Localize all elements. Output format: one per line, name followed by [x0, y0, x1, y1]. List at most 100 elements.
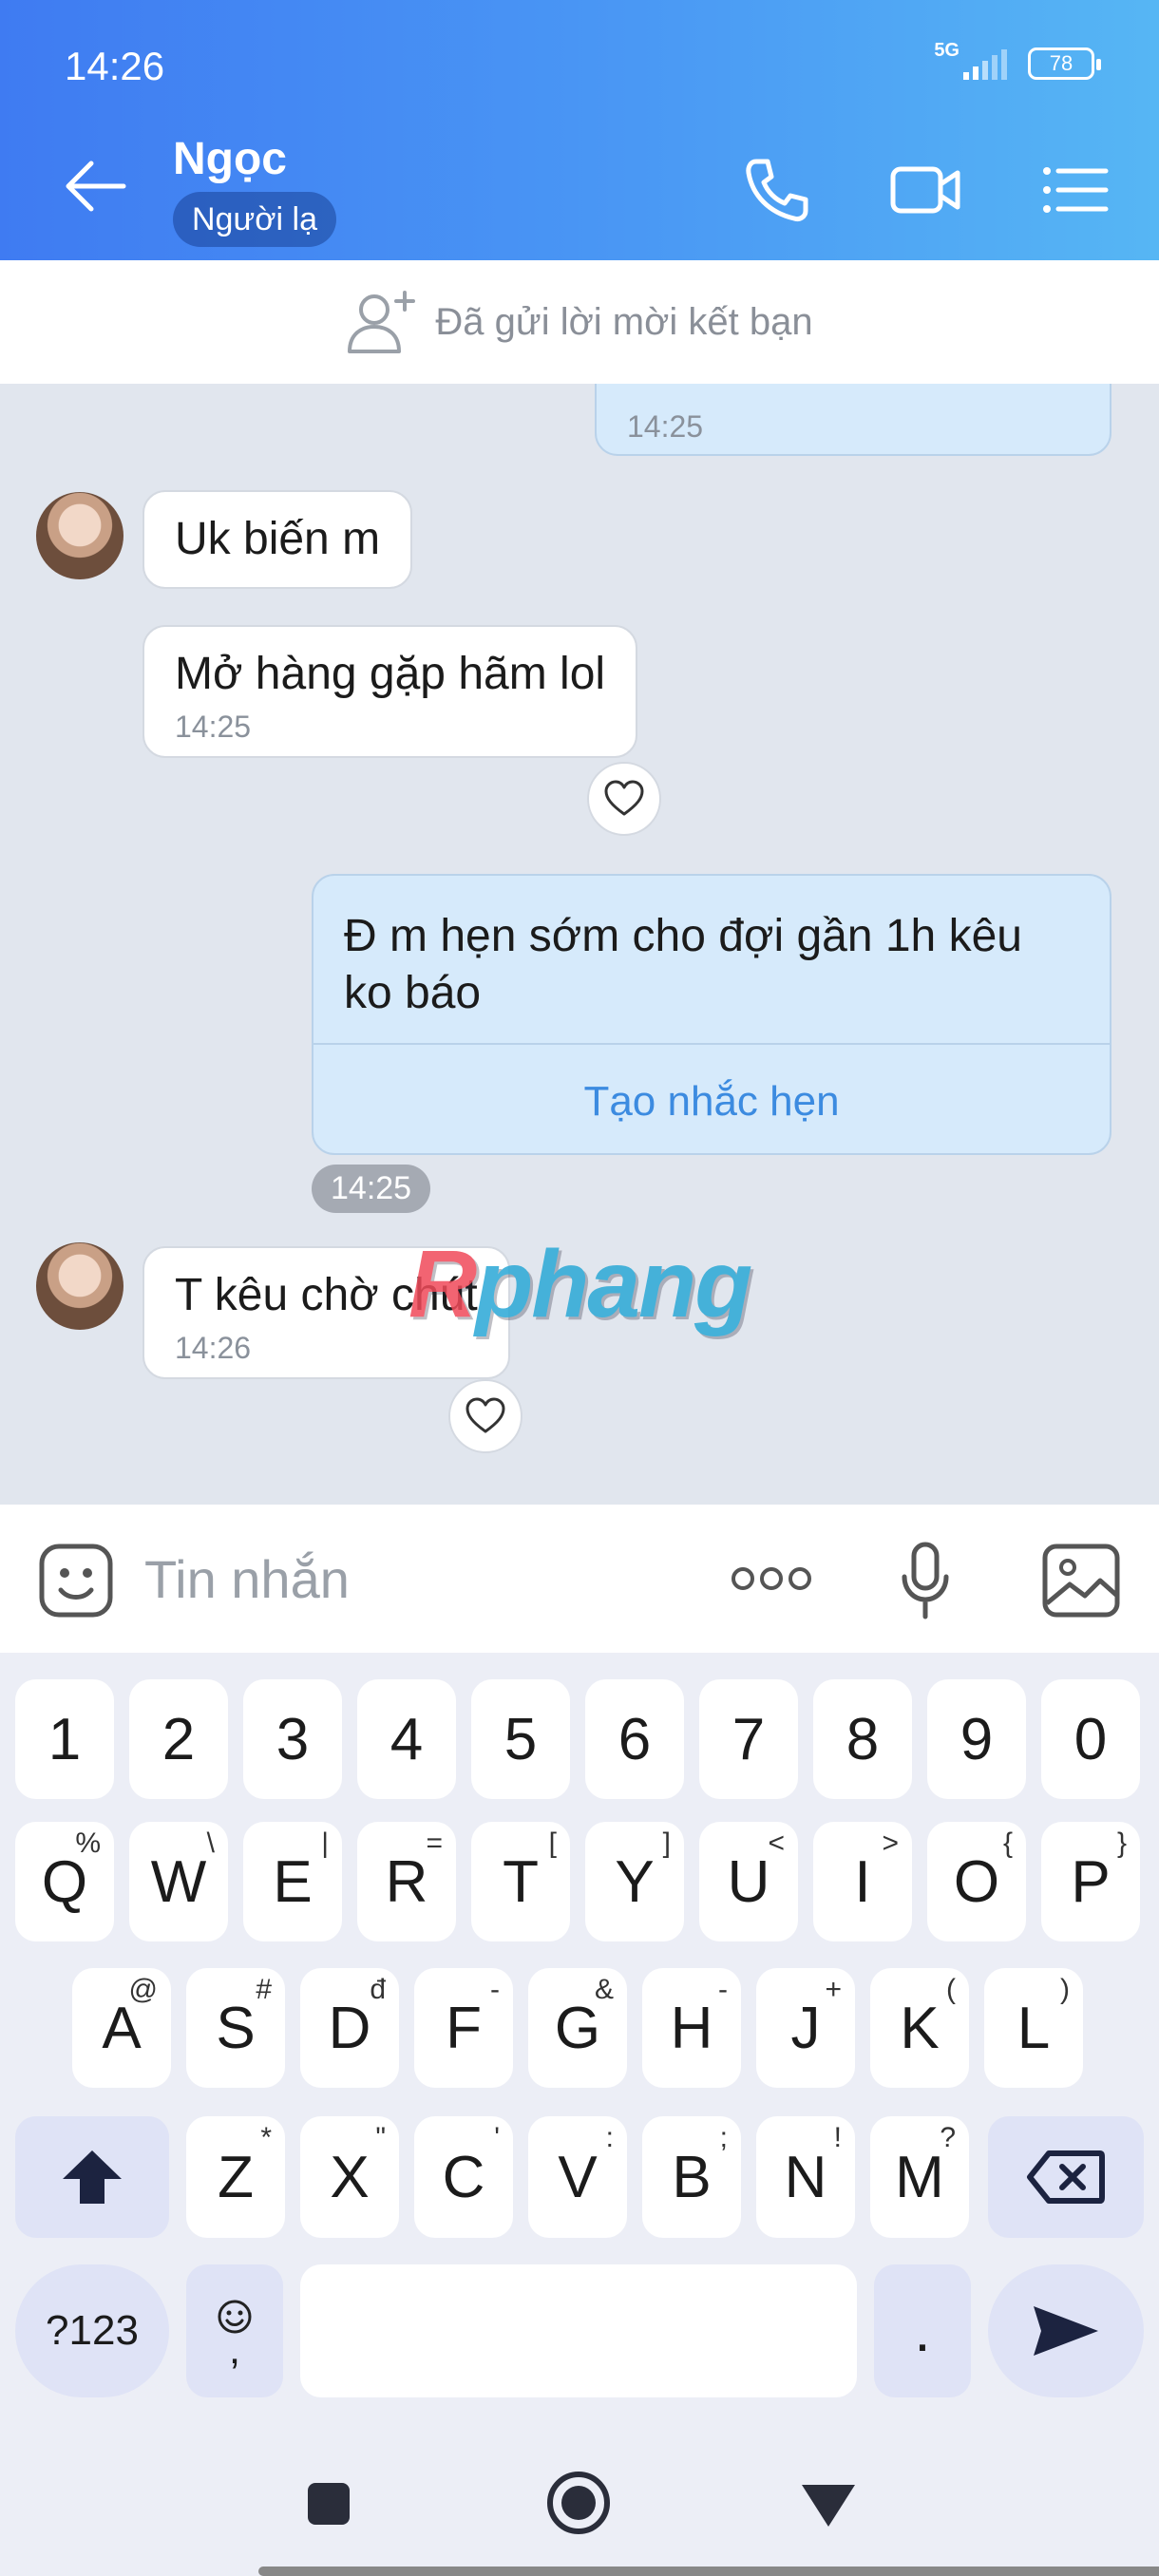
- key-p[interactable]: P}: [1041, 1822, 1140, 1941]
- symbols-key[interactable]: ?123: [15, 2264, 169, 2397]
- key-secondary-label: #: [256, 1974, 272, 2005]
- emoji-key[interactable]: ,: [186, 2264, 283, 2397]
- key-j[interactable]: J +: [756, 1968, 855, 2088]
- space-bar[interactable]: [300, 2264, 857, 2397]
- key-m[interactable]: M?: [870, 2116, 969, 2238]
- message-bubble-incoming[interactable]: Uk biến m: [142, 490, 413, 589]
- back-arrow-icon[interactable]: [63, 158, 127, 215]
- reaction-button[interactable]: [587, 762, 661, 836]
- key-g[interactable]: G &: [528, 1968, 627, 2088]
- stranger-badge: Người lạ: [173, 192, 336, 247]
- video-call-icon[interactable]: [889, 156, 961, 224]
- key-a[interactable]: A @: [72, 1968, 171, 2088]
- key-v[interactable]: V:: [528, 2116, 627, 2238]
- recent-apps-icon[interactable]: [306, 2481, 352, 2527]
- key-secondary-label: ?: [940, 2122, 956, 2153]
- key-q[interactable]: Q%: [15, 1822, 114, 1941]
- key-label: L: [1016, 1995, 1051, 2061]
- shift-key[interactable]: [15, 2116, 169, 2238]
- message-text: Uk biến m: [175, 514, 381, 564]
- key-c[interactable]: C ': [414, 2116, 513, 2238]
- key-5[interactable]: 5: [471, 1679, 570, 1799]
- key-8[interactable]: 8: [813, 1679, 912, 1799]
- message-bubble-outgoing[interactable]: 14:25: [595, 384, 1112, 456]
- key-t[interactable]: T[: [471, 1822, 570, 1941]
- status-time: 14:26: [65, 44, 165, 88]
- key-y[interactable]: Y]: [585, 1822, 684, 1941]
- contact-avatar[interactable]: [36, 1242, 124, 1330]
- home-icon[interactable]: [545, 2470, 612, 2536]
- key-secondary-label: {: [1002, 1828, 1013, 1859]
- battery-level: 78: [1049, 51, 1074, 75]
- chat-header: 14:26 5G 78 Ngọc Người lạ: [0, 0, 1159, 260]
- key-b[interactable]: B;: [642, 2116, 741, 2238]
- key-o[interactable]: O{: [927, 1822, 1026, 1941]
- more-options-icon[interactable]: [730, 1563, 813, 1594]
- key-d[interactable]: Dđ: [300, 1968, 399, 2088]
- key-secondary-label: +: [825, 1974, 842, 2005]
- key-l[interactable]: L): [984, 1968, 1083, 2088]
- key-k[interactable]: K(: [870, 1968, 969, 2088]
- signal-icon: [963, 49, 1007, 80]
- contact-name[interactable]: Ngọc: [173, 133, 287, 185]
- key-0[interactable]: 0: [1041, 1679, 1140, 1799]
- reaction-button[interactable]: [448, 1379, 522, 1453]
- key-label: 6: [618, 1706, 652, 1772]
- key-w[interactable]: W \: [129, 1822, 228, 1941]
- key-r[interactable]: R =: [357, 1822, 456, 1941]
- key-i[interactable]: I >: [813, 1822, 912, 1941]
- backspace-key[interactable]: [988, 2116, 1144, 2238]
- key-secondary-label: @: [128, 1974, 158, 2005]
- phone-call-icon[interactable]: [741, 156, 813, 224]
- key-3[interactable]: 3: [243, 1679, 342, 1799]
- send-arrow-icon: [1034, 2306, 1098, 2356]
- send-key[interactable]: [988, 2264, 1144, 2397]
- message-bubble-incoming[interactable]: Mở hàng gặp hãm lol 14:25: [142, 625, 638, 758]
- key-label: H: [670, 1995, 713, 2061]
- watermark-logo: Rphang: [408, 1230, 752, 1339]
- period-key[interactable]: .: [874, 2264, 971, 2397]
- key-7[interactable]: 7: [699, 1679, 798, 1799]
- period-label: .: [914, 2298, 931, 2364]
- key-9[interactable]: 9: [927, 1679, 1026, 1799]
- back-triangle-icon[interactable]: [800, 2481, 857, 2529]
- menu-list-icon[interactable]: [1039, 156, 1112, 224]
- key-2[interactable]: 2: [129, 1679, 228, 1799]
- key-secondary-label: ;: [719, 2122, 728, 2153]
- message-input[interactable]: [142, 1544, 674, 1613]
- message-bubble-outgoing[interactable]: Đ m hẹn sớm cho đợi gần 1h kêu ko báo Tạ…: [312, 874, 1112, 1155]
- key-1[interactable]: 1: [15, 1679, 114, 1799]
- image-gallery-icon[interactable]: [1041, 1543, 1121, 1619]
- key-secondary-label: &: [594, 1974, 614, 2005]
- shift-arrow-icon: [63, 2150, 122, 2204]
- key-secondary-label: đ: [370, 1974, 386, 2005]
- key-label: C: [442, 2144, 485, 2210]
- sticker-emoji-icon[interactable]: [38, 1543, 114, 1619]
- key-n[interactable]: N!: [756, 2116, 855, 2238]
- key-secondary-label: %: [75, 1828, 101, 1859]
- key-x[interactable]: X ": [300, 2116, 399, 2238]
- key-s[interactable]: S #: [186, 1968, 285, 2088]
- key-z[interactable]: Z *: [186, 2116, 285, 2238]
- contact-avatar[interactable]: [36, 492, 124, 579]
- key-4[interactable]: 4: [357, 1679, 456, 1799]
- key-f[interactable]: F-: [414, 1968, 513, 2088]
- message-composer: [0, 1505, 1159, 1653]
- gesture-bar: [258, 2567, 1159, 2576]
- key-label: R: [385, 1848, 428, 1915]
- key-e[interactable]: E |: [243, 1822, 342, 1941]
- create-reminder-link[interactable]: Tạo nhắc hẹn: [314, 1073, 1110, 1130]
- key-h[interactable]: H-: [642, 1968, 741, 2088]
- key-u[interactable]: U <: [699, 1822, 798, 1941]
- key-label: 1: [48, 1706, 82, 1772]
- key-6[interactable]: 6: [585, 1679, 684, 1799]
- heart-icon: [466, 1397, 505, 1433]
- key-label: K: [900, 1995, 940, 2061]
- key-secondary-label: (: [946, 1974, 956, 2005]
- friend-request-bar[interactable]: Đã gửi lời mời kết bạn: [0, 260, 1159, 384]
- key-label: F: [446, 1995, 482, 2061]
- microphone-icon[interactable]: [899, 1541, 952, 1620]
- key-label: P: [1071, 1848, 1111, 1915]
- key-label: U: [727, 1848, 770, 1915]
- key-secondary-label: >: [882, 1828, 899, 1859]
